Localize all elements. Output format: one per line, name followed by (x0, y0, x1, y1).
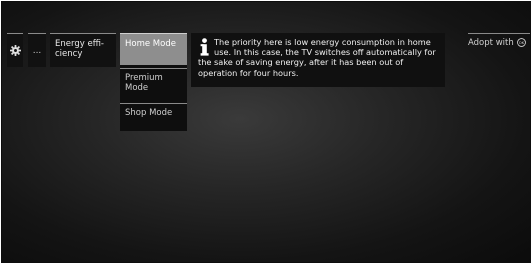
ok-button-icon: OK (516, 38, 526, 47)
tv-menu-screen: ... Energy effi- ciency Home Mode Premiu… (1, 1, 531, 263)
option-shop-mode-label: Shop Mode (125, 108, 173, 118)
option-home-mode-label: Home Mode (125, 39, 176, 49)
adopt-hint: Adopt with OK (468, 33, 530, 51)
option-premium-mode[interactable]: Premium Mode (120, 68, 187, 102)
gear-icon (9, 45, 21, 56)
option-shop-mode[interactable]: Shop Mode (120, 103, 187, 127)
adopt-label: Adopt with (468, 38, 514, 48)
breadcrumb-ellipsis[interactable]: ... (28, 33, 46, 67)
energy-mode-list: Home Mode Premium Mode Shop Mode (120, 33, 187, 131)
info-panel: The priority here is low energy consumpt… (191, 33, 445, 87)
energy-efficiency-label-line1: Energy effi- (55, 39, 104, 49)
option-home-mode[interactable]: Home Mode (120, 33, 187, 65)
screen: ... Energy effi- ciency Home Mode Premiu… (0, 0, 532, 264)
option-premium-mode-line2: Mode (125, 83, 149, 93)
ok-button-text: OK (519, 41, 525, 45)
info-icon (200, 38, 209, 56)
ellipsis-label: ... (32, 45, 42, 56)
energy-efficiency-label-line2: ciency (55, 49, 83, 59)
info-text: The priority here is low energy consumpt… (198, 37, 436, 78)
energy-efficiency-menu-item[interactable]: Energy effi- ciency (50, 33, 116, 67)
option-premium-mode-line1: Premium (125, 73, 163, 83)
settings-column[interactable] (7, 33, 23, 67)
